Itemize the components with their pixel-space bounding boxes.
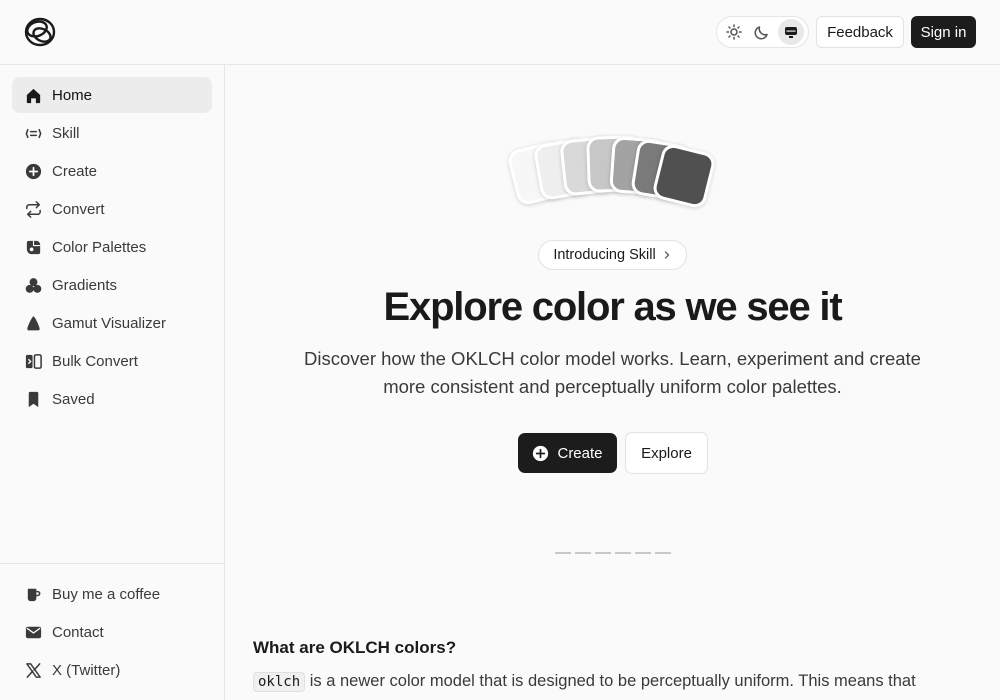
color-swatch-fan <box>506 133 720 213</box>
sidebar-item-buy-me-a-coffee[interactable]: Buy me a coffee <box>12 576 212 612</box>
paragraph-text: is a newer color model that is designed … <box>305 672 916 690</box>
introducing-skill-link[interactable]: Introducing Skill <box>538 240 687 270</box>
gradients-icon <box>25 277 42 293</box>
section-title: What are OKLCH colors? <box>253 638 457 657</box>
dark-theme-button[interactable] <box>749 19 775 45</box>
sidebar-item-label: Home <box>52 86 93 104</box>
oklch-logo-icon[interactable] <box>22 15 58 49</box>
convert-icon <box>26 200 41 218</box>
sidebar-item-label: Gradients <box>52 276 118 294</box>
bookmark-icon <box>28 391 39 407</box>
sidebar-item-convert[interactable]: Convert <box>12 191 212 227</box>
sidebar-item-label: Create <box>52 162 98 180</box>
x-icon <box>26 662 41 678</box>
color-swatch <box>651 142 717 210</box>
page-subtitle: Discover how the OKLCH color model works… <box>304 348 921 397</box>
create-button-label: Create <box>557 444 603 462</box>
plus-circle-icon <box>533 445 549 461</box>
inline-code: oklch <box>253 672 306 692</box>
gamut-icon <box>27 315 40 330</box>
chevron-right-icon <box>664 251 670 259</box>
sidebar-item-contact[interactable]: Contact <box>12 614 212 650</box>
sidebar-divider <box>0 563 224 564</box>
mail-icon <box>25 626 42 638</box>
sidebar-item-bulk-convert[interactable]: Bulk Convert <box>12 343 212 379</box>
feedback-button[interactable]: Feedback <box>816 16 904 48</box>
sidebar-item-saved[interactable]: Saved <box>12 381 212 417</box>
sidebar-item-label: Contact <box>52 623 104 641</box>
moon-icon <box>755 26 769 40</box>
top-bar: Feedback Sign in <box>0 0 1000 65</box>
system-icon <box>784 27 797 38</box>
sidebar-item-color-palettes[interactable]: Color Palettes <box>12 229 212 265</box>
sidebar: Home Skill Create Convert Color Palettes… <box>0 65 225 700</box>
sidebar-item-gradients[interactable]: Gradients <box>12 267 212 303</box>
sidebar-item-label: Skill <box>52 124 80 142</box>
sidebar-item-label: Bulk Convert <box>52 352 138 370</box>
sun-icon <box>726 24 742 40</box>
bulk-convert-icon <box>25 353 42 369</box>
plus-circle-icon <box>25 163 42 179</box>
sidebar-item-x-twitter[interactable]: X (Twitter) <box>12 652 212 688</box>
sidebar-item-home[interactable]: Home <box>12 77 212 113</box>
explore-button[interactable]: Explore <box>625 432 708 474</box>
sidebar-item-create[interactable]: Create <box>12 153 212 189</box>
main-content: Introducing Skill Explore color as we se… <box>225 65 1000 700</box>
sidebar-item-label: Color Palettes <box>52 238 147 256</box>
sidebar-item-label: Convert <box>52 200 105 218</box>
system-theme-button[interactable] <box>777 19 804 45</box>
sidebar-item-gamut-visualizer[interactable]: Gamut Visualizer <box>12 305 212 341</box>
sidebar-item-label: Gamut Visualizer <box>52 314 166 332</box>
skill-icon <box>25 128 42 138</box>
loading-placeholder <box>555 552 672 554</box>
light-theme-button[interactable] <box>721 19 747 45</box>
sidebar-item-skill[interactable]: Skill <box>12 115 212 151</box>
sidebar-item-label: Saved <box>52 390 95 408</box>
theme-switch <box>716 16 809 48</box>
pill-label: Introducing Skill <box>553 247 656 263</box>
palette-icon <box>26 240 41 254</box>
coffee-icon <box>27 588 41 601</box>
home-icon <box>26 88 41 103</box>
sidebar-item-label: X (Twitter) <box>52 661 121 679</box>
sidebar-item-label: Buy me a coffee <box>52 585 161 603</box>
page-title: Explore color as we see it <box>383 285 843 329</box>
sign-in-button[interactable]: Sign in <box>911 16 976 48</box>
create-button[interactable]: Create <box>518 433 617 473</box>
intro-paragraph: oklch is a newer color model that is des… <box>253 672 916 692</box>
